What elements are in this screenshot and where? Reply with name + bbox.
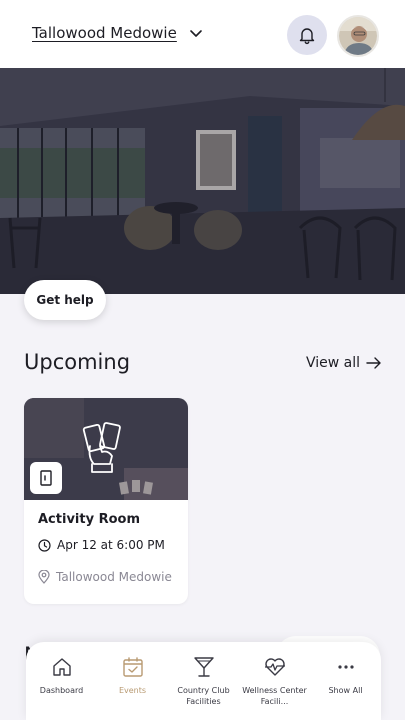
door-badge (30, 462, 62, 494)
event-location-row: Tallowood Medowie (38, 570, 172, 584)
nav-item-dashboard[interactable]: Dashboard (26, 642, 97, 720)
nav-label-events: Events (118, 686, 147, 695)
bell-icon (299, 28, 315, 45)
cocktail-icon (193, 657, 214, 677)
more-icon (337, 665, 354, 669)
heartbeat-icon (264, 658, 285, 676)
top-header: Tallowood Medowie (0, 0, 405, 68)
upcoming-title: Upcoming (24, 350, 131, 374)
community-selector[interactable]: Tallowood Medowie (32, 24, 203, 42)
view-all-link[interactable]: View all (306, 355, 382, 371)
clock-icon (38, 538, 51, 552)
nav-label-show-all: Show All (328, 686, 363, 695)
event-title: Activity Room (38, 512, 141, 527)
nav-item-events[interactable]: Events (97, 642, 168, 720)
profile-avatar[interactable] (337, 15, 379, 57)
nav-item-country-club-facilities[interactable]: Country Club Facilities (168, 642, 239, 720)
nav-label-wellness: Wellness Center Facili... (242, 686, 307, 706)
event-time-row: Apr 12 at 6:00 PM (38, 538, 165, 552)
nav-label-dashboard: Dashboard (39, 686, 84, 695)
get-help-button[interactable]: Get help (24, 280, 106, 320)
avatar-photo (339, 17, 377, 55)
event-datetime: Apr 12 at 6:00 PM (57, 538, 165, 552)
notifications-button[interactable] (287, 15, 327, 55)
nav-item-wellness-center[interactable]: Wellness Center Facili... (239, 642, 310, 720)
hero-image (0, 68, 405, 294)
calendar-check-icon (122, 657, 143, 677)
door-icon (40, 470, 52, 486)
bottom-navigation: Dashboard Events Country Club Facilities… (26, 642, 381, 720)
community-name[interactable]: Tallowood Medowie (32, 24, 177, 42)
event-location: Tallowood Medowie (56, 570, 172, 584)
chevron-down-icon[interactable] (189, 26, 203, 40)
event-card[interactable]: Activity Room Apr 12 at 6:00 PM Tallowoo… (24, 398, 188, 604)
home-icon (52, 658, 71, 676)
nav-label-country-club: Country Club Facilities (177, 686, 230, 706)
arrow-right-icon[interactable] (366, 357, 382, 369)
location-pin-icon (38, 570, 50, 584)
nav-item-show-all[interactable]: Show All (310, 642, 381, 720)
view-all-label[interactable]: View all (306, 355, 360, 371)
